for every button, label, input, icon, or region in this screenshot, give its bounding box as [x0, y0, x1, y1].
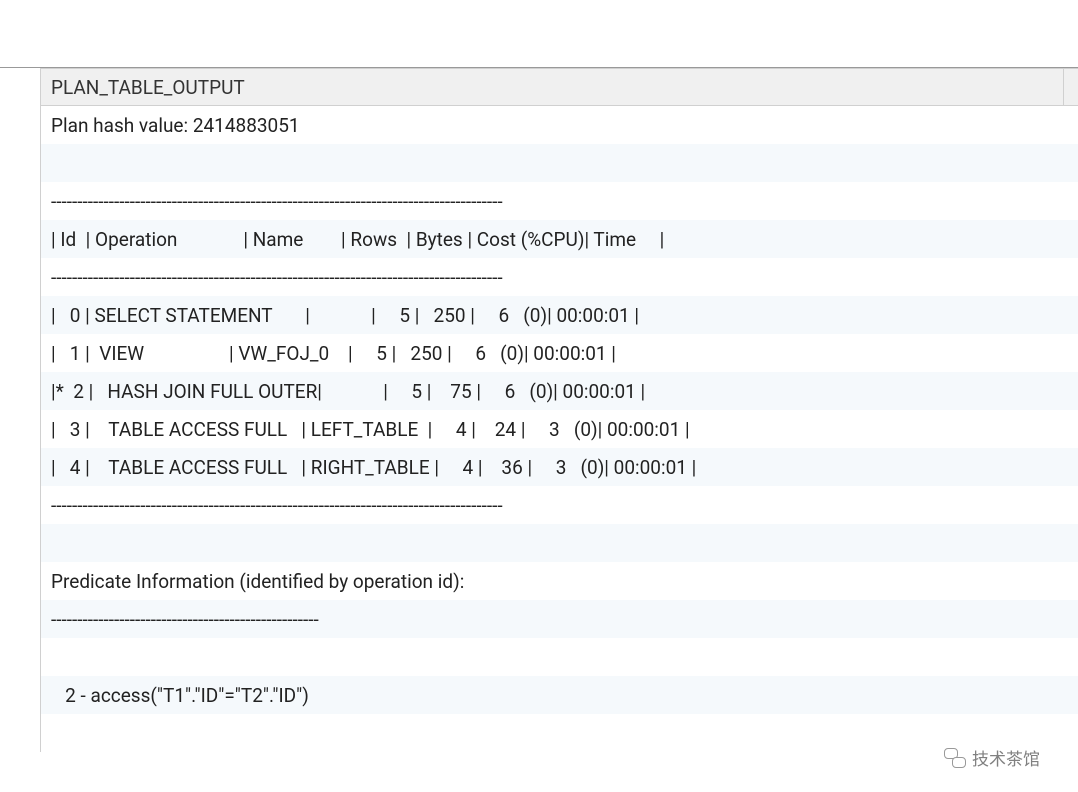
watermark: 技术茶馆: [944, 745, 1040, 770]
column-header-plan-table-output[interactable]: PLAN_TABLE_OUTPUT: [51, 76, 1063, 99]
cell-text: ----------------------------------------…: [51, 266, 503, 289]
cell-text: | 3 | TABLE ACCESS FULL | LEFT_TABLE | 4…: [51, 418, 690, 441]
table-row[interactable]: Predicate Information (identified by ope…: [41, 562, 1078, 600]
wechat-icon: [944, 747, 966, 769]
table-row[interactable]: | 4 | TABLE ACCESS FULL | RIGHT_TABLE | …: [41, 448, 1078, 486]
table-row[interactable]: | 3 | TABLE ACCESS FULL | LEFT_TABLE | 4…: [41, 410, 1078, 448]
cell-text: 2 - access("T1"."ID"="T2"."ID"): [51, 684, 309, 707]
cell-text: | Id | Operation | Name | Rows | Bytes |…: [51, 228, 664, 251]
cell-text: Predicate Information (identified by ope…: [51, 570, 464, 593]
query-result-panel: PLAN_TABLE_OUTPUT Plan hash value: 24148…: [0, 68, 1078, 792]
cell-text: [51, 532, 56, 555]
cell-text: ----------------------------------------…: [51, 608, 319, 631]
cell-text: |* 2 | HASH JOIN FULL OUTER| | 5 | 75 | …: [51, 380, 645, 403]
column-divider: [1063, 69, 1064, 105]
cell-text: | 1 | VIEW | VW_FOJ_0 | 5 | 250 | 6 (0)|…: [51, 342, 616, 365]
table-row[interactable]: Plan hash value: 2414883051: [41, 106, 1078, 144]
cell-text: ----------------------------------------…: [51, 190, 503, 213]
table-row[interactable]: [41, 524, 1078, 562]
cell-text: | 4 | TABLE ACCESS FULL | RIGHT_TABLE | …: [51, 456, 696, 479]
table-row[interactable]: ----------------------------------------…: [41, 258, 1078, 296]
table-row[interactable]: [41, 714, 1078, 752]
watermark-text: 技术茶馆: [972, 745, 1040, 770]
table-row[interactable]: ----------------------------------------…: [41, 182, 1078, 220]
table-row[interactable]: ----------------------------------------…: [41, 600, 1078, 638]
table-row[interactable]: | 0 | SELECT STATEMENT | | 5 | 250 | 6 (…: [41, 296, 1078, 334]
cell-text: [51, 646, 56, 669]
cell-text: | 0 | SELECT STATEMENT | | 5 | 250 | 6 (…: [51, 304, 639, 327]
result-table: PLAN_TABLE_OUTPUT Plan hash value: 24148…: [40, 68, 1078, 752]
top-toolbar: [0, 0, 1078, 68]
table-row[interactable]: | 1 | VIEW | VW_FOJ_0 | 5 | 250 | 6 (0)|…: [41, 334, 1078, 372]
table-row[interactable]: [41, 144, 1078, 182]
table-row[interactable]: 2 - access("T1"."ID"="T2"."ID"): [41, 676, 1078, 714]
cell-text: [51, 722, 56, 745]
cell-text: [51, 152, 56, 175]
table-row[interactable]: ----------------------------------------…: [41, 486, 1078, 524]
table-row[interactable]: [41, 638, 1078, 676]
table-row[interactable]: | Id | Operation | Name | Rows | Bytes |…: [41, 220, 1078, 258]
table-row[interactable]: |* 2 | HASH JOIN FULL OUTER| | 5 | 75 | …: [41, 372, 1078, 410]
cell-text: ----------------------------------------…: [51, 494, 503, 517]
table-header-row[interactable]: PLAN_TABLE_OUTPUT: [41, 68, 1078, 106]
cell-text: Plan hash value: 2414883051: [51, 114, 300, 137]
